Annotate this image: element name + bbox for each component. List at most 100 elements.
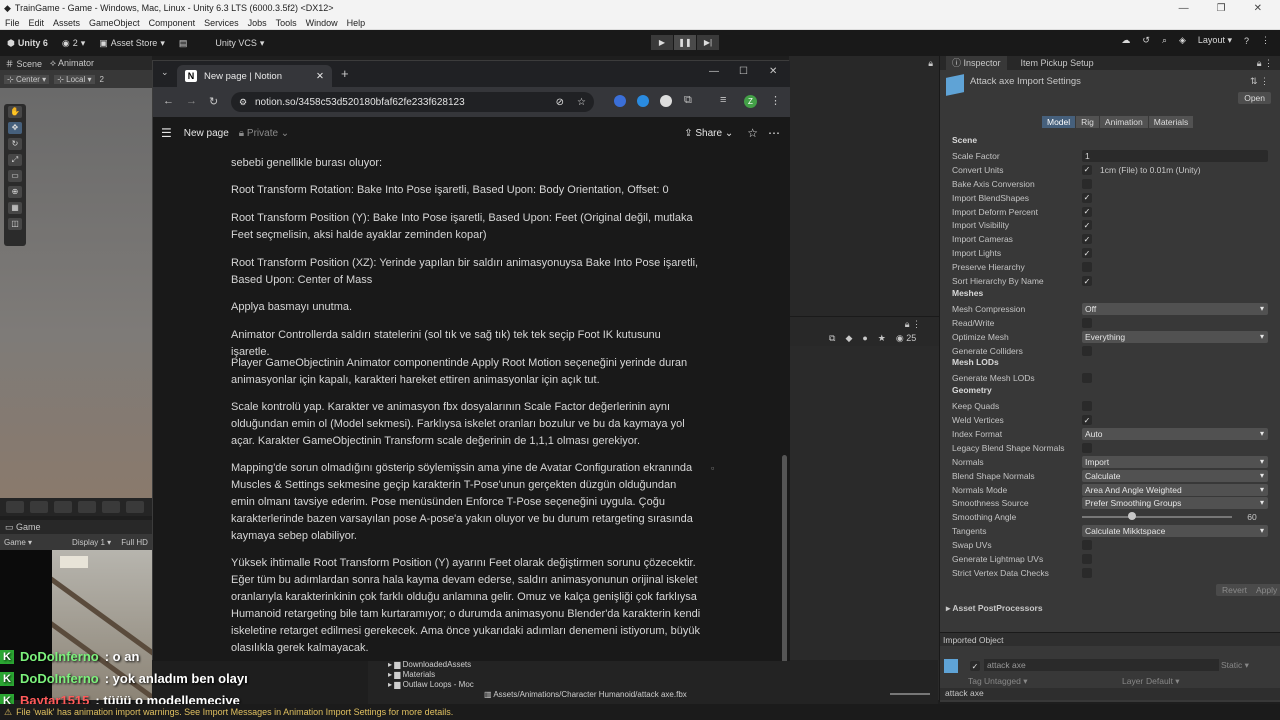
tag-dropdown[interactable]: Untagged ▾ bbox=[984, 676, 1112, 687]
new-tab-icon[interactable]: + bbox=[341, 66, 349, 81]
revert-button[interactable]: Revert bbox=[1216, 584, 1254, 596]
checkbox[interactable] bbox=[1082, 317, 1092, 328]
bookmark-star-icon[interactable]: ☆ bbox=[577, 97, 586, 108]
menu-tools[interactable]: Tools bbox=[276, 18, 297, 28]
dropdown[interactable]: Auto bbox=[1082, 427, 1268, 440]
checkbox[interactable]: ✓ bbox=[1082, 234, 1092, 245]
asset-postprocessors-foldout[interactable]: ▸ Asset PostProcessors bbox=[946, 603, 1043, 614]
static-toggle[interactable]: Static ▾ bbox=[1221, 660, 1249, 671]
forward-icon[interactable]: → bbox=[186, 95, 197, 107]
maximize-icon[interactable]: ❐ bbox=[1217, 3, 1226, 14]
menu-jobs[interactable]: Jobs bbox=[248, 18, 267, 28]
vcs-button[interactable]: Unity VCS ▾ bbox=[208, 38, 271, 49]
more-icon[interactable]: ⋮ bbox=[1261, 35, 1270, 46]
favorite-icon[interactable]: ★ bbox=[878, 333, 886, 344]
folder-item[interactable]: ▸ ▆ DownloadedAssets bbox=[388, 660, 474, 670]
overlay-icon-5[interactable] bbox=[102, 501, 120, 513]
lock-icon[interactable]: 🔒︎ bbox=[928, 58, 933, 69]
view-tool-icon[interactable]: ✋ bbox=[8, 106, 22, 118]
asset-store-button[interactable]: ▣ Asset Store ▾ bbox=[92, 38, 172, 49]
pivot-local-dropdown[interactable]: ⊹ Local ▾ bbox=[54, 74, 95, 84]
subtab-materials[interactable]: Materials bbox=[1148, 116, 1194, 128]
menu-help[interactable]: Help bbox=[347, 18, 366, 28]
tab-search-icon[interactable]: ⌄ bbox=[161, 67, 169, 78]
more-options-icon[interactable]: ⋯ bbox=[768, 126, 780, 140]
status-bar[interactable]: ⚠ File 'walk' has animation import warni… bbox=[0, 704, 1280, 720]
overlay-icon-6[interactable] bbox=[126, 501, 144, 513]
checkbox[interactable]: ✓ bbox=[1082, 276, 1092, 286]
favorite-star-icon[interactable]: ☆ bbox=[747, 126, 758, 140]
checkbox[interactable] bbox=[1082, 373, 1092, 384]
folder-item[interactable]: ▸ ▆ Materials bbox=[388, 670, 474, 680]
checkbox[interactable] bbox=[1082, 540, 1092, 551]
object-name-field[interactable]: attack axe bbox=[984, 659, 1219, 671]
scrollbar[interactable] bbox=[782, 455, 787, 661]
header-settings-icon[interactable]: ⇅ ⋮ bbox=[1250, 76, 1269, 87]
move-tool-icon[interactable]: ✥ bbox=[8, 122, 22, 134]
maximize-icon[interactable]: ☐ bbox=[739, 66, 748, 77]
extension-icon[interactable] bbox=[614, 95, 626, 107]
history-icon[interactable]: ↺ bbox=[1142, 35, 1150, 46]
tab-item-pickup-setup[interactable]: Item Pickup Setup bbox=[1021, 58, 1094, 68]
checkbox[interactable] bbox=[1082, 401, 1092, 412]
overlay-icon-4[interactable] bbox=[78, 501, 96, 513]
menu-component[interactable]: Component bbox=[149, 18, 196, 28]
filter-label-icon[interactable]: ◆ bbox=[845, 333, 852, 344]
pivot-center-dropdown[interactable]: ⊹ Center ▾ bbox=[4, 74, 50, 84]
tab-close-icon[interactable]: ✕ bbox=[316, 71, 324, 82]
filter-type-icon[interactable]: ⧉ bbox=[829, 333, 835, 344]
dropdown[interactable]: Calculate Mikktspace bbox=[1082, 525, 1268, 538]
reload-icon[interactable]: ↻ bbox=[209, 95, 218, 108]
profile-avatar[interactable]: Z bbox=[744, 95, 757, 108]
overlay-icon-2[interactable] bbox=[30, 501, 48, 513]
dropdown[interactable]: Area And Angle Weighted bbox=[1082, 483, 1268, 496]
search-icon[interactable]: ⌕ bbox=[1162, 35, 1167, 46]
checkbox[interactable] bbox=[1082, 262, 1092, 273]
checkbox[interactable] bbox=[1082, 442, 1092, 453]
menu-edit[interactable]: Edit bbox=[29, 18, 45, 28]
menu-assets[interactable]: Assets bbox=[53, 18, 80, 28]
subtab-model[interactable]: Model bbox=[1042, 116, 1076, 128]
slider-track[interactable] bbox=[1082, 512, 1232, 521]
transform-tool-icon[interactable]: ⊕ bbox=[8, 186, 22, 198]
extension-icon[interactable] bbox=[637, 95, 649, 107]
scale-tool-icon[interactable]: ⤢ bbox=[8, 154, 22, 166]
site-info-icon[interactable]: ⚙ bbox=[239, 97, 247, 108]
minimize-icon[interactable]: — bbox=[709, 66, 719, 77]
dropdown[interactable]: Off bbox=[1082, 302, 1268, 315]
share-button[interactable]: ⇪ Share ⌄ bbox=[684, 128, 733, 139]
subtab-rig[interactable]: Rig bbox=[1076, 116, 1099, 128]
users-button[interactable]: ◉ 2 ▾ bbox=[55, 38, 92, 49]
menu-services[interactable]: Services bbox=[204, 18, 239, 28]
page-title[interactable]: New page bbox=[184, 128, 229, 139]
checkbox[interactable] bbox=[1082, 554, 1092, 564]
privacy-label[interactable]: 🔒︎ Private ⌄ bbox=[239, 128, 289, 139]
layout-dropdown[interactable]: Layout ▾ bbox=[1198, 35, 1232, 46]
eye-off-icon[interactable]: ⊘ bbox=[556, 97, 564, 108]
dropdown[interactable]: Everything bbox=[1082, 330, 1268, 343]
rect-tool-icon[interactable]: ▭ bbox=[8, 170, 22, 182]
media-icon[interactable]: ≡ bbox=[720, 94, 726, 106]
tab-scene[interactable]: ＃ Scene bbox=[5, 57, 42, 70]
notion-page-content[interactable]: sebebi genellikle burası oluyor: Root Tr… bbox=[153, 149, 790, 661]
dropdown[interactable]: Prefer Smoothing Groups bbox=[1082, 497, 1268, 510]
open-button[interactable]: Open bbox=[1238, 92, 1271, 104]
menu-window[interactable]: Window bbox=[306, 18, 338, 28]
slider-handle[interactable] bbox=[1127, 512, 1136, 521]
checkbox[interactable]: ✓ bbox=[1082, 220, 1092, 231]
checkbox[interactable]: ✓ bbox=[1082, 192, 1092, 203]
checkbox[interactable] bbox=[1082, 345, 1092, 356]
display-dropdown[interactable]: Display 1 ▾ bbox=[72, 538, 111, 547]
lock-icon[interactable]: 🔒︎ ⋮ bbox=[1257, 58, 1273, 69]
url-input[interactable]: ⚙ notion.so/3458c53d520180bfaf62fe233f62… bbox=[231, 92, 594, 112]
tab-game[interactable]: ▭ Game bbox=[0, 520, 152, 534]
cloud-icon[interactable]: ☁ bbox=[1121, 35, 1130, 46]
subtab-animation[interactable]: Animation bbox=[1099, 116, 1148, 128]
checkbox[interactable] bbox=[1082, 567, 1092, 578]
active-checkbox[interactable]: ✓ bbox=[970, 661, 980, 671]
lock-icon[interactable]: 🔒︎ ⋮ bbox=[905, 319, 921, 330]
resolution-dropdown[interactable]: Full HD bbox=[121, 538, 148, 547]
close-icon[interactable]: ✕ bbox=[1254, 3, 1262, 14]
sidebar-menu-icon[interactable]: ☰ bbox=[161, 126, 172, 140]
extension-icon[interactable] bbox=[660, 95, 672, 107]
